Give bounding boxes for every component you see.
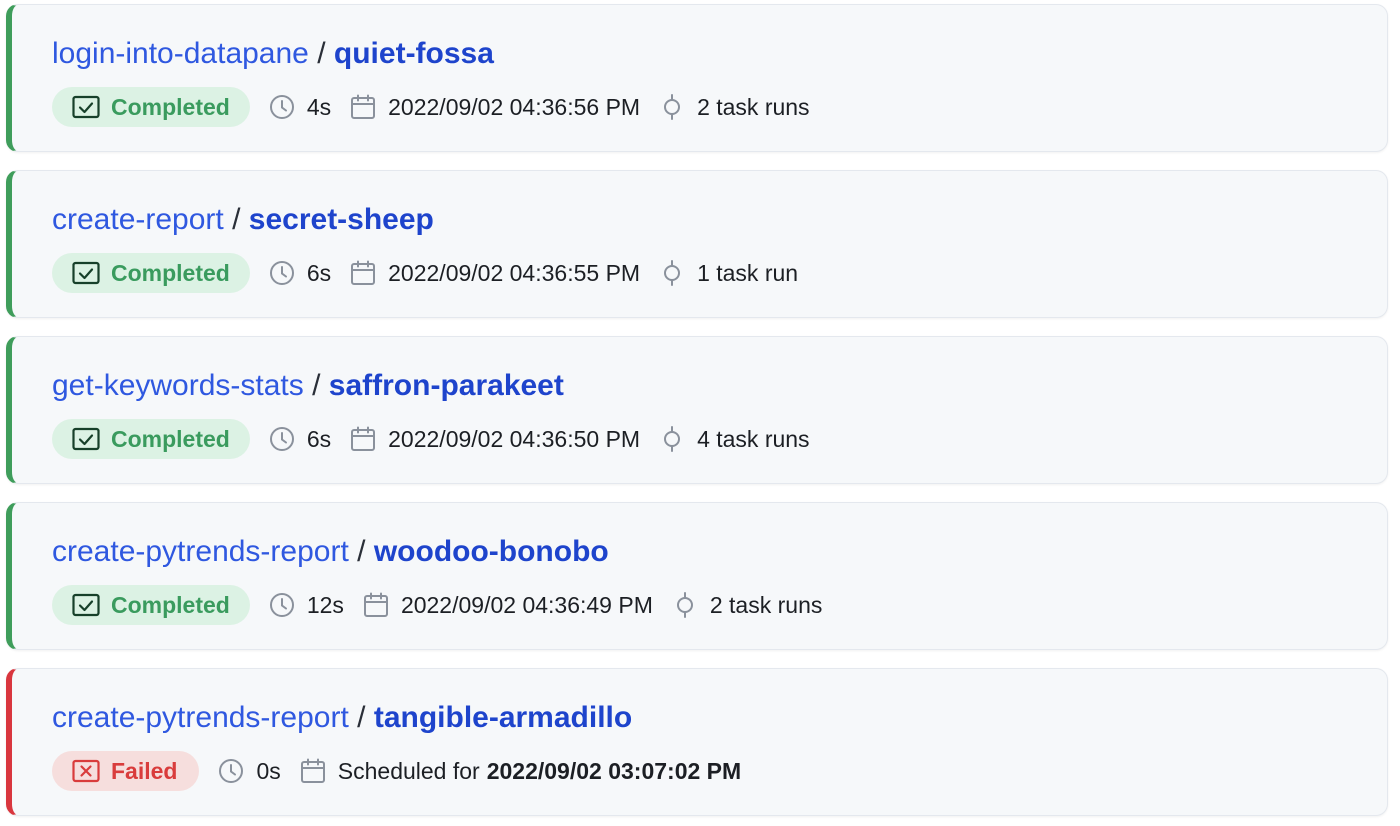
scheduled-label: Scheduled for (337, 757, 480, 784)
run-name-link[interactable]: tangible-armadillo (374, 701, 632, 734)
clock-icon (269, 95, 294, 119)
calendar-icon (351, 426, 376, 451)
title-separator: / (312, 369, 321, 402)
scheduled-time-value: 2022/09/02 03:07:02 PM (486, 757, 742, 784)
state-label: Failed (111, 757, 178, 784)
task-runs-value: 2 task runs (709, 591, 823, 618)
calendar-icon (300, 758, 325, 783)
clock-icon (269, 261, 294, 285)
state-badge: Completed (52, 585, 250, 625)
run-meta-row: Completed 12s 2022/09/02 04:36:49 PM 2 t… (52, 585, 822, 625)
duration: 12s (269, 592, 344, 619)
run-name-link[interactable]: quiet-fossa (334, 37, 494, 70)
duration: 6s (269, 426, 331, 453)
duration-value: 12s (306, 591, 344, 618)
run-meta-row: Completed 4s 2022/09/02 04:36:56 PM 2 ta… (52, 87, 810, 127)
clock-icon (219, 759, 244, 783)
title-separator: / (317, 37, 326, 70)
duration-value: 6s (306, 425, 332, 452)
flow-name-link[interactable]: create-pytrends-report (52, 535, 349, 568)
run-name-link[interactable]: saffron-parakeet (329, 369, 564, 402)
x-square-icon (72, 759, 100, 783)
duration-value: 4s (306, 93, 332, 120)
run-name-link[interactable]: woodoo-bonobo (374, 535, 609, 568)
flow-run-card[interactable]: create-report / secret-sheep Completed 6… (6, 170, 1388, 318)
start-time: 2022/09/02 04:36:56 PM (350, 94, 640, 121)
task-runs[interactable]: 2 task runs (672, 591, 823, 619)
start-time: 2022/09/02 04:36:55 PM (350, 260, 640, 287)
task-runs-value: 1 task run (697, 259, 799, 286)
task-runs[interactable]: 1 task run (659, 260, 798, 287)
start-time: 2022/09/02 04:36:49 PM (363, 592, 653, 619)
flow-run-card[interactable]: login-into-datapane / quiet-fossa Comple… (6, 4, 1388, 152)
task-runs-value: 2 task runs (697, 93, 810, 120)
scheduled-time: Scheduled for 2022/09/02 03:07:02 PM (300, 758, 741, 785)
state-label: Completed (111, 591, 230, 618)
task-runs[interactable]: 2 task runs (659, 94, 810, 121)
run-meta-row: Failed 0s Scheduled for 2022/09/02 03:07… (52, 751, 741, 791)
commit-node-icon (664, 426, 681, 452)
duration: 0s (218, 757, 281, 785)
flow-run-title: create-pytrends-report / woodoo-bonobo (52, 530, 609, 574)
title-separator: / (357, 701, 366, 734)
duration: 4s (269, 94, 331, 121)
title-separator: / (232, 203, 241, 236)
flow-name-link[interactable]: create-report (52, 203, 224, 236)
flow-run-title: create-pytrends-report / tangible-armadi… (52, 696, 632, 740)
duration-value: 0s (256, 757, 281, 784)
flow-run-title: get-keywords-stats / saffron-parakeet (52, 364, 564, 408)
task-runs-value: 4 task runs (697, 425, 810, 452)
run-name-link[interactable]: secret-sheep (249, 203, 434, 236)
task-runs[interactable]: 4 task runs (659, 426, 810, 453)
state-badge: Completed (52, 87, 250, 127)
check-square-icon (72, 95, 100, 119)
state-badge: Completed (52, 253, 250, 293)
calendar-icon (351, 94, 376, 119)
flow-run-card[interactable]: create-pytrends-report / tangible-armadi… (6, 668, 1388, 816)
calendar-icon (363, 592, 388, 617)
duration: 6s (269, 260, 331, 287)
flow-run-card[interactable]: get-keywords-stats / saffron-parakeet Co… (6, 336, 1388, 484)
check-square-icon (72, 261, 100, 285)
state-label: Completed (111, 259, 230, 286)
title-separator: / (357, 535, 366, 568)
run-meta-row: Completed 6s 2022/09/02 04:36:55 PM 1 ta… (52, 253, 798, 293)
flow-name-link[interactable]: get-keywords-stats (52, 369, 304, 402)
calendar-icon (351, 260, 376, 285)
flow-name-link[interactable]: create-pytrends-report (52, 701, 349, 734)
state-label: Completed (111, 425, 230, 452)
start-time-value: 2022/09/02 04:36:56 PM (388, 93, 641, 120)
clock-icon (269, 427, 294, 451)
start-time-value: 2022/09/02 04:36:49 PM (400, 591, 653, 618)
state-badge: Failed (52, 751, 200, 791)
check-square-icon (72, 593, 100, 617)
state-badge: Completed (52, 419, 250, 459)
flow-run-title: login-into-datapane / quiet-fossa (52, 32, 494, 76)
start-time-value: 2022/09/02 04:36:50 PM (388, 425, 641, 452)
flow-name-link[interactable]: login-into-datapane (52, 37, 309, 70)
flow-run-list: login-into-datapane / quiet-fossa Comple… (0, 0, 1400, 826)
state-label: Completed (111, 93, 230, 120)
flow-run-title: create-report / secret-sheep (52, 198, 434, 242)
commit-node-icon (664, 260, 681, 286)
run-meta-row: Completed 6s 2022/09/02 04:36:50 PM 4 ta… (52, 419, 810, 459)
start-time-value: 2022/09/02 04:36:55 PM (388, 259, 641, 286)
duration-value: 6s (306, 259, 332, 286)
clock-icon (269, 593, 294, 617)
check-square-icon (72, 427, 100, 451)
commit-node-icon (664, 94, 681, 120)
start-time: 2022/09/02 04:36:50 PM (350, 426, 640, 453)
commit-node-icon (676, 592, 693, 618)
flow-run-card[interactable]: create-pytrends-report / woodoo-bonobo C… (6, 502, 1388, 650)
